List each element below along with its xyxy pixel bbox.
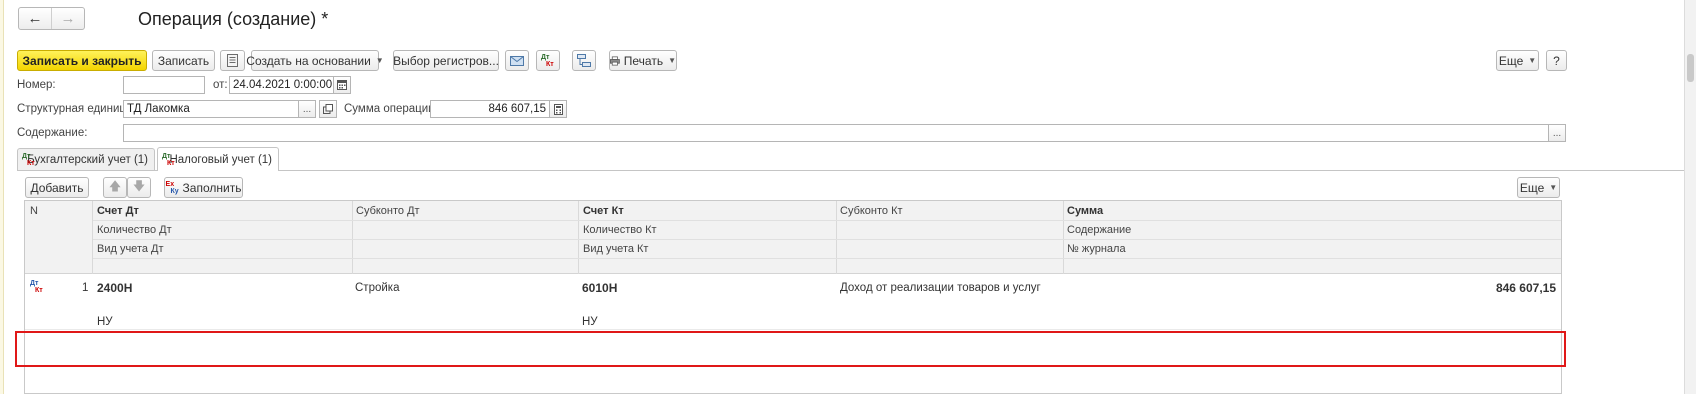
header-journal[interactable]: № журнала: [1067, 243, 1126, 255]
unit-select-button[interactable]: ...: [298, 100, 316, 118]
tab-accounting-label: Бухгалтерский учет (1): [27, 153, 148, 166]
dt-kt-tax-icon: Дт Кт: [162, 152, 175, 167]
navigation-buttons: ← →: [18, 7, 85, 30]
header-subconto-kt[interactable]: Субконто Кт: [840, 205, 903, 217]
header-account-dt[interactable]: Счет Дт: [97, 205, 139, 217]
printer-icon: [610, 55, 620, 66]
document-list-icon: [227, 54, 238, 67]
header-sum[interactable]: Сумма: [1067, 205, 1103, 217]
chevron-down-icon: ▼: [375, 56, 384, 65]
header-qty-dt[interactable]: Количество Дт: [97, 224, 172, 236]
fill-label: Заполнить: [182, 180, 242, 195]
window-scrollbar[interactable]: [1684, 0, 1696, 394]
fill-button[interactable]: Ех Ку Заполнить: [164, 177, 243, 198]
forward-arrow-icon[interactable]: →: [51, 8, 84, 29]
more-button[interactable]: Еще ▼: [1496, 50, 1539, 71]
date-field[interactable]: 24.04.2021 0:00:00: [229, 76, 334, 94]
number-label: Номер:: [17, 79, 56, 91]
envelope-icon: [510, 55, 524, 66]
add-row-button[interactable]: Добавить: [25, 177, 89, 198]
chevron-down-icon: ▼: [1549, 183, 1558, 192]
envelope-button[interactable]: [505, 50, 529, 71]
save-button[interactable]: Записать: [152, 50, 215, 71]
chevron-down-icon: ▼: [668, 56, 676, 65]
fill-icon: Ех Ку: [165, 180, 179, 195]
chevron-down-icon: ▼: [1528, 56, 1537, 65]
scrollbar-thumb[interactable]: [1687, 54, 1694, 82]
tab-tax-label: Налоговый учет (1): [169, 153, 272, 166]
dt-kt-postings-button[interactable]: Дт Кт: [536, 50, 560, 71]
row-type-kt[interactable]: НУ: [582, 316, 598, 328]
content-select-button[interactable]: ...: [1548, 124, 1566, 142]
header-type-dt[interactable]: Вид учета Дт: [97, 243, 164, 255]
table-more-button[interactable]: Еще ▼: [1517, 177, 1560, 198]
help-button[interactable]: ?: [1546, 50, 1567, 71]
back-arrow-icon[interactable]: ←: [19, 8, 51, 29]
header-qty-kt[interactable]: Количество Кт: [583, 224, 657, 236]
row-sum[interactable]: 846 607,15: [1496, 281, 1556, 295]
document-list-button[interactable]: [220, 50, 245, 71]
calculator-icon: [553, 103, 563, 115]
row-account-dt[interactable]: 2400Н: [97, 281, 132, 295]
sum-label: Сумма операции:: [344, 103, 438, 115]
selected-row-highlight: [15, 331, 1566, 367]
number-field[interactable]: [123, 76, 205, 94]
register-select-button[interactable]: Выбор регистров...: [393, 50, 499, 71]
calendar-icon: [337, 80, 347, 90]
row-n: 1: [82, 282, 89, 294]
structure-button[interactable]: [572, 50, 596, 71]
header-type-kt[interactable]: Вид учета Кт: [583, 243, 648, 255]
header-account-kt[interactable]: Счет Кт: [583, 205, 624, 217]
unit-open-button[interactable]: [319, 100, 337, 118]
move-up-icon[interactable]: 🡅: [103, 177, 127, 198]
header-n[interactable]: N: [30, 205, 38, 217]
row-type-dt[interactable]: НУ: [97, 316, 113, 328]
calculator-button[interactable]: [549, 100, 567, 118]
content-field[interactable]: [123, 124, 1549, 142]
dt-kt-icon: Дт Кт: [541, 53, 554, 68]
tab-tax[interactable]: Дт Кт Налоговый учет (1): [157, 147, 279, 171]
page-title: Операция (создание) *: [138, 9, 329, 29]
sum-field[interactable]: 846 607,15: [430, 100, 550, 118]
print-button[interactable]: Печать ▼: [609, 50, 677, 71]
unit-field[interactable]: ТД Лакомка: [123, 100, 299, 118]
open-link-icon: [323, 104, 333, 114]
row-subconto-kt[interactable]: Доход от реализации товаров и услуг: [840, 282, 1041, 294]
hierarchy-icon: [577, 54, 591, 67]
more-label: Еще: [1498, 53, 1524, 68]
header-subconto-dt[interactable]: Субконто Дт: [356, 205, 420, 217]
print-label: Печать: [623, 53, 664, 68]
row-dt-kt-icon: Дт Кт: [30, 280, 43, 294]
table-more-label: Еще: [1519, 180, 1545, 195]
row-subconto-dt[interactable]: Стройка: [355, 282, 399, 294]
create-based-on-label: Создать на основании: [246, 53, 371, 68]
tab-accounting[interactable]: Дт Кт Бухгалтерский учет (1): [17, 148, 155, 170]
move-down-icon[interactable]: 🡇: [127, 177, 151, 198]
left-panel-strip: [0, 0, 4, 394]
date-label: от:: [213, 79, 228, 91]
table-header: N Счет Дт Количество Дт Вид учета Дт Суб…: [25, 201, 1561, 274]
calendar-button[interactable]: [333, 76, 351, 94]
create-based-on-button[interactable]: Создать на основании ▼: [246, 50, 384, 71]
row-account-kt[interactable]: 6010Н: [582, 281, 617, 295]
content-label: Содержание:: [17, 127, 88, 139]
unit-label: Структурная единица:: [17, 103, 136, 115]
save-and-close-button[interactable]: Записать и закрыть: [17, 50, 147, 71]
header-content[interactable]: Содержание: [1067, 224, 1131, 236]
